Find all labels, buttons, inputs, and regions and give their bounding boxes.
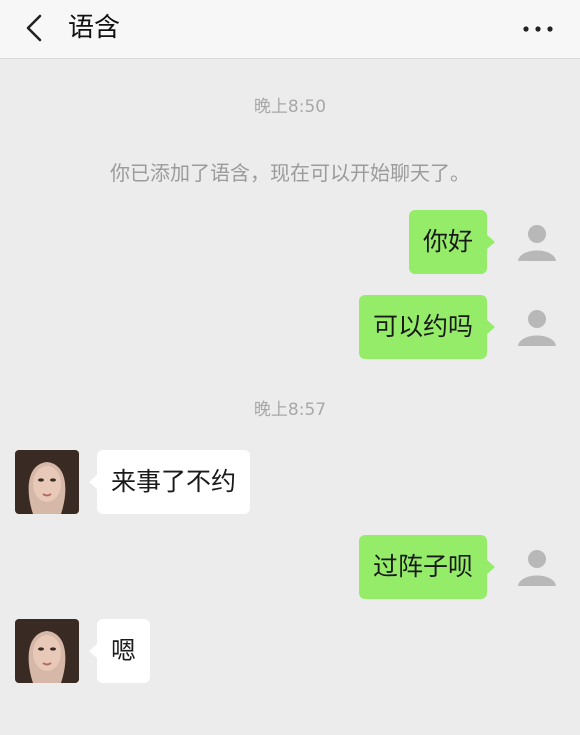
message-bubble-sent[interactable]: 可以约吗 [358,295,496,359]
timestamp: 晚上8:57 [253,400,327,420]
default-avatar-icon [518,310,556,346]
contact-avatar[interactable] [15,619,79,683]
back-button[interactable] [18,10,54,46]
default-avatar-icon [518,225,556,261]
timestamp: 晚上8:50 [253,97,327,117]
message-bubble-sent[interactable]: 你好 [408,210,496,274]
message-bubble-sent[interactable]: 过阵子呗 [358,535,496,599]
more-dots-icon [523,26,553,32]
more-options-button[interactable] [518,14,558,44]
contact-photo-icon [15,619,79,683]
my-avatar[interactable] [516,221,558,263]
system-message: 你已添加了语含，现在可以开始聊天了。 [110,161,470,185]
my-avatar[interactable] [516,306,558,348]
chat-title: 语含 [68,13,121,43]
my-avatar[interactable] [516,546,558,588]
contact-avatar[interactable] [15,450,79,514]
chevron-left-icon [26,14,42,42]
message-bubble-received[interactable]: 嗯 [88,619,151,683]
contact-photo-icon [15,450,79,514]
message-bubble-received[interactable]: 来事了不约 [88,450,251,514]
chat-area[interactable]: 晚上8:50 你已添加了语含，现在可以开始聊天了。 你好 可以约吗 晚上8:57… [0,59,580,735]
default-avatar-icon [518,550,556,586]
chat-header: 语含 [0,0,580,59]
